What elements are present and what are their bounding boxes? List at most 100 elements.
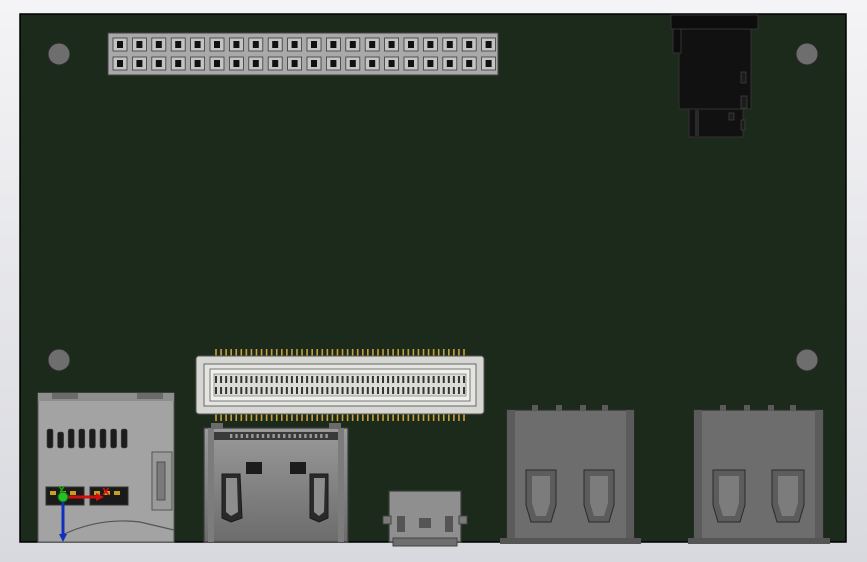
gpio-pin xyxy=(442,37,458,52)
gpio-pin xyxy=(228,56,244,71)
b2b-contact xyxy=(331,387,334,394)
b2b-contact xyxy=(447,376,450,383)
b2b-contact xyxy=(376,376,379,383)
b2b-contact xyxy=(280,376,283,383)
b2b-contact xyxy=(285,387,288,394)
b2b-contact xyxy=(432,376,435,383)
b2b-contact xyxy=(447,387,450,394)
b2b-contact xyxy=(331,376,334,383)
b2b-contact xyxy=(341,387,344,394)
hdmi-pin xyxy=(245,434,249,438)
gpio-pin xyxy=(112,37,128,52)
gpio-pin xyxy=(306,56,322,71)
b2b-contact xyxy=(427,376,430,383)
gpio-pin xyxy=(112,56,128,71)
gpio-pin xyxy=(364,56,380,71)
b2b-contact xyxy=(432,387,435,394)
mount-hole-bottom-left xyxy=(47,348,71,372)
b2b-contact xyxy=(356,376,359,383)
b2b-contact xyxy=(240,376,243,383)
b2b-contact xyxy=(220,387,223,394)
b2b-contact xyxy=(225,387,228,394)
b2b-contact xyxy=(245,387,248,394)
b2b-contact xyxy=(301,376,304,383)
sd-contact xyxy=(78,428,86,449)
b2b-contact xyxy=(235,387,238,394)
b2b-contact xyxy=(422,376,425,383)
hdmi-pin xyxy=(230,434,233,438)
gpio-pin xyxy=(325,37,341,52)
mount-hole-top-right xyxy=(795,42,819,66)
b2b-contact xyxy=(321,376,324,383)
sd-contact xyxy=(67,428,75,449)
b2b-contact xyxy=(265,376,268,383)
b2b-contact xyxy=(295,387,298,394)
b2b-contact xyxy=(270,387,273,394)
b2b-contact xyxy=(346,376,349,383)
b2b-contact xyxy=(452,376,455,383)
b2b-contact xyxy=(316,376,319,383)
hdmi-pin xyxy=(267,434,270,438)
b2b-contact xyxy=(457,376,460,383)
b2b-contact xyxy=(356,387,359,394)
hdmi-pin xyxy=(283,434,286,438)
b2b-contact xyxy=(412,376,415,383)
b2b-contact xyxy=(311,387,314,394)
b2b-contact xyxy=(290,387,293,394)
b2b-contact xyxy=(280,387,283,394)
b2b-contact xyxy=(220,376,223,383)
gpio-pin xyxy=(209,56,225,71)
gpio-pin xyxy=(422,37,438,52)
b2b-contact xyxy=(245,376,248,383)
b2b-contact xyxy=(270,376,273,383)
b2b-contact xyxy=(275,376,278,383)
b2b-contact xyxy=(295,376,298,383)
b2b-contact xyxy=(301,387,304,394)
b2b-contact xyxy=(346,387,349,394)
sd-contact xyxy=(120,428,128,449)
b2b-contact xyxy=(452,387,455,394)
b2b-contact xyxy=(230,376,233,383)
b2b-contact xyxy=(442,387,445,394)
triad-x-label: X xyxy=(102,487,110,498)
b2b-contact xyxy=(230,387,233,394)
b2b-contact xyxy=(285,376,288,383)
b2b-contact xyxy=(412,387,415,394)
b2b-contact xyxy=(376,387,379,394)
hdmi-pin xyxy=(325,434,328,438)
hdmi-pin xyxy=(261,434,265,438)
b2b-contact xyxy=(392,376,395,383)
gpio-pin xyxy=(170,37,186,52)
b2b-contact xyxy=(361,376,364,383)
b2b-contact xyxy=(417,387,420,394)
usb-a-port-2 xyxy=(688,405,830,544)
mount-hole-bottom-right xyxy=(795,348,819,372)
gpio-pin xyxy=(190,37,206,52)
b2b-contact xyxy=(260,376,263,383)
b2b-contact xyxy=(260,387,263,394)
gpio-pin xyxy=(151,37,167,52)
b2b-contact xyxy=(306,376,309,383)
gpio-pin xyxy=(345,37,361,52)
sd-contact xyxy=(46,428,54,449)
gpio-pin xyxy=(364,37,380,52)
b2b-contact xyxy=(442,376,445,383)
hdmi-pin xyxy=(314,434,318,438)
b2b-contact xyxy=(336,376,339,383)
b2b-contact xyxy=(437,376,440,383)
b2b-contact xyxy=(250,387,253,394)
gpio-pin xyxy=(442,56,458,71)
gpio-pin xyxy=(403,37,419,52)
b2b-contact xyxy=(290,376,293,383)
hdmi-pin xyxy=(298,434,302,438)
hdmi-pin xyxy=(240,434,243,438)
triad-y-label: Y xyxy=(57,485,66,496)
hdmi-pin xyxy=(309,434,312,438)
b2b-contact xyxy=(407,387,410,394)
gpio-pin xyxy=(248,37,264,52)
b2b-contact xyxy=(255,387,258,394)
gpio-pin xyxy=(461,56,477,71)
b2b-contact xyxy=(225,376,228,383)
hdmi-pin xyxy=(251,434,254,438)
b2b-contact xyxy=(235,376,238,383)
